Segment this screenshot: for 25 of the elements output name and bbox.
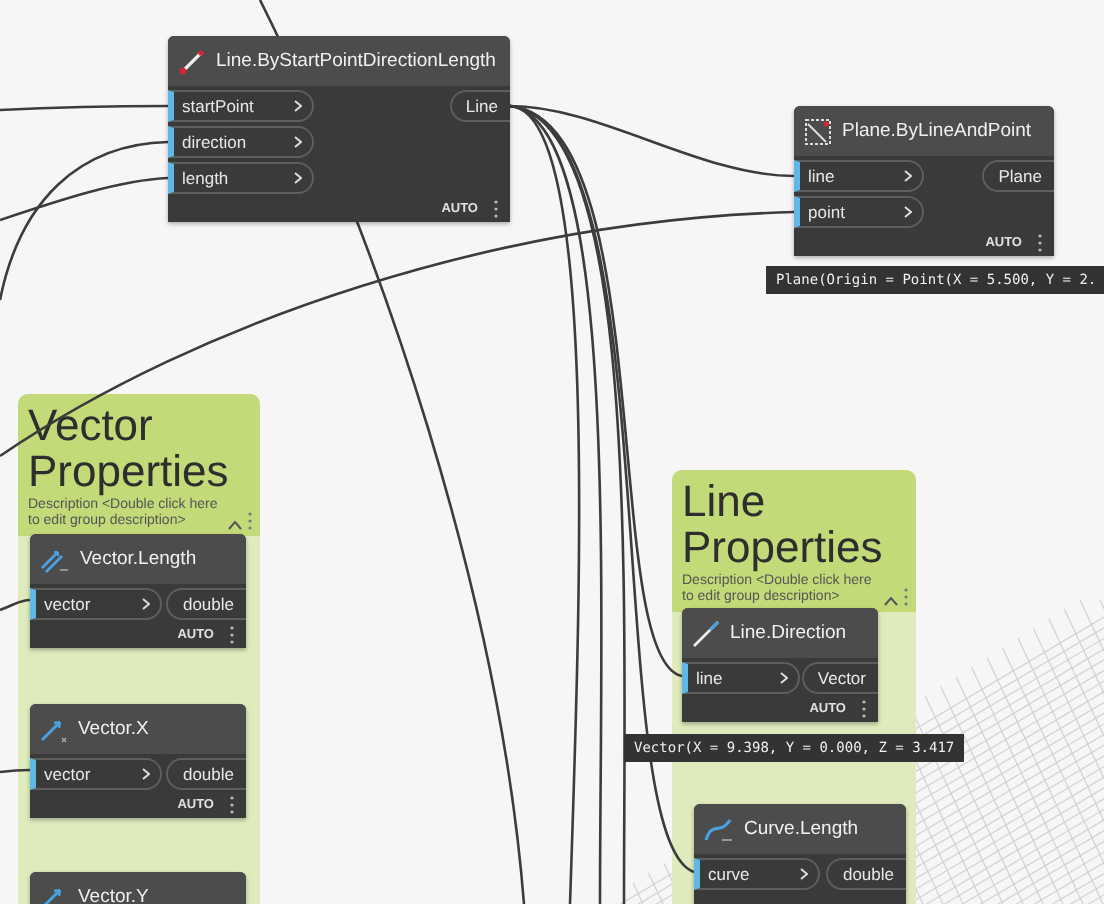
- node-title: Plane.ByLineAndPoint: [842, 120, 1032, 142]
- input-port[interactable]: vector: [30, 588, 162, 620]
- input-port[interactable]: curve: [694, 858, 820, 890]
- input-port[interactable]: vector: [30, 758, 162, 790]
- input-port[interactable]: point: [794, 196, 924, 228]
- input-port[interactable]: line: [794, 160, 924, 192]
- node-card[interactable]: Curve.Length curve double: [694, 804, 906, 904]
- output-port[interactable]: Line: [449, 90, 510, 122]
- node-title: Line.Direction: [730, 622, 847, 644]
- group-title: Line Properties: [682, 478, 885, 570]
- node-title: Vector.Length: [80, 548, 197, 570]
- input-port[interactable]: startPoint: [168, 90, 314, 122]
- output-port[interactable]: double: [166, 588, 246, 620]
- output-port[interactable]: double: [826, 858, 906, 890]
- node-title: Vector.X: [78, 718, 149, 740]
- node-card[interactable]: Vector.Y: [30, 872, 246, 904]
- output-port[interactable]: Plane: [982, 160, 1054, 192]
- input-port[interactable]: direction: [168, 126, 314, 158]
- input-port[interactable]: line: [682, 662, 800, 694]
- node-title: Line.ByStartPointDirectionLength: [216, 50, 496, 72]
- output-port[interactable]: Vector: [801, 662, 878, 694]
- output-port[interactable]: double: [166, 758, 246, 790]
- node-title: Vector.Y: [78, 886, 149, 904]
- input-port[interactable]: length: [168, 162, 314, 194]
- node-title: Curve.Length: [744, 818, 859, 840]
